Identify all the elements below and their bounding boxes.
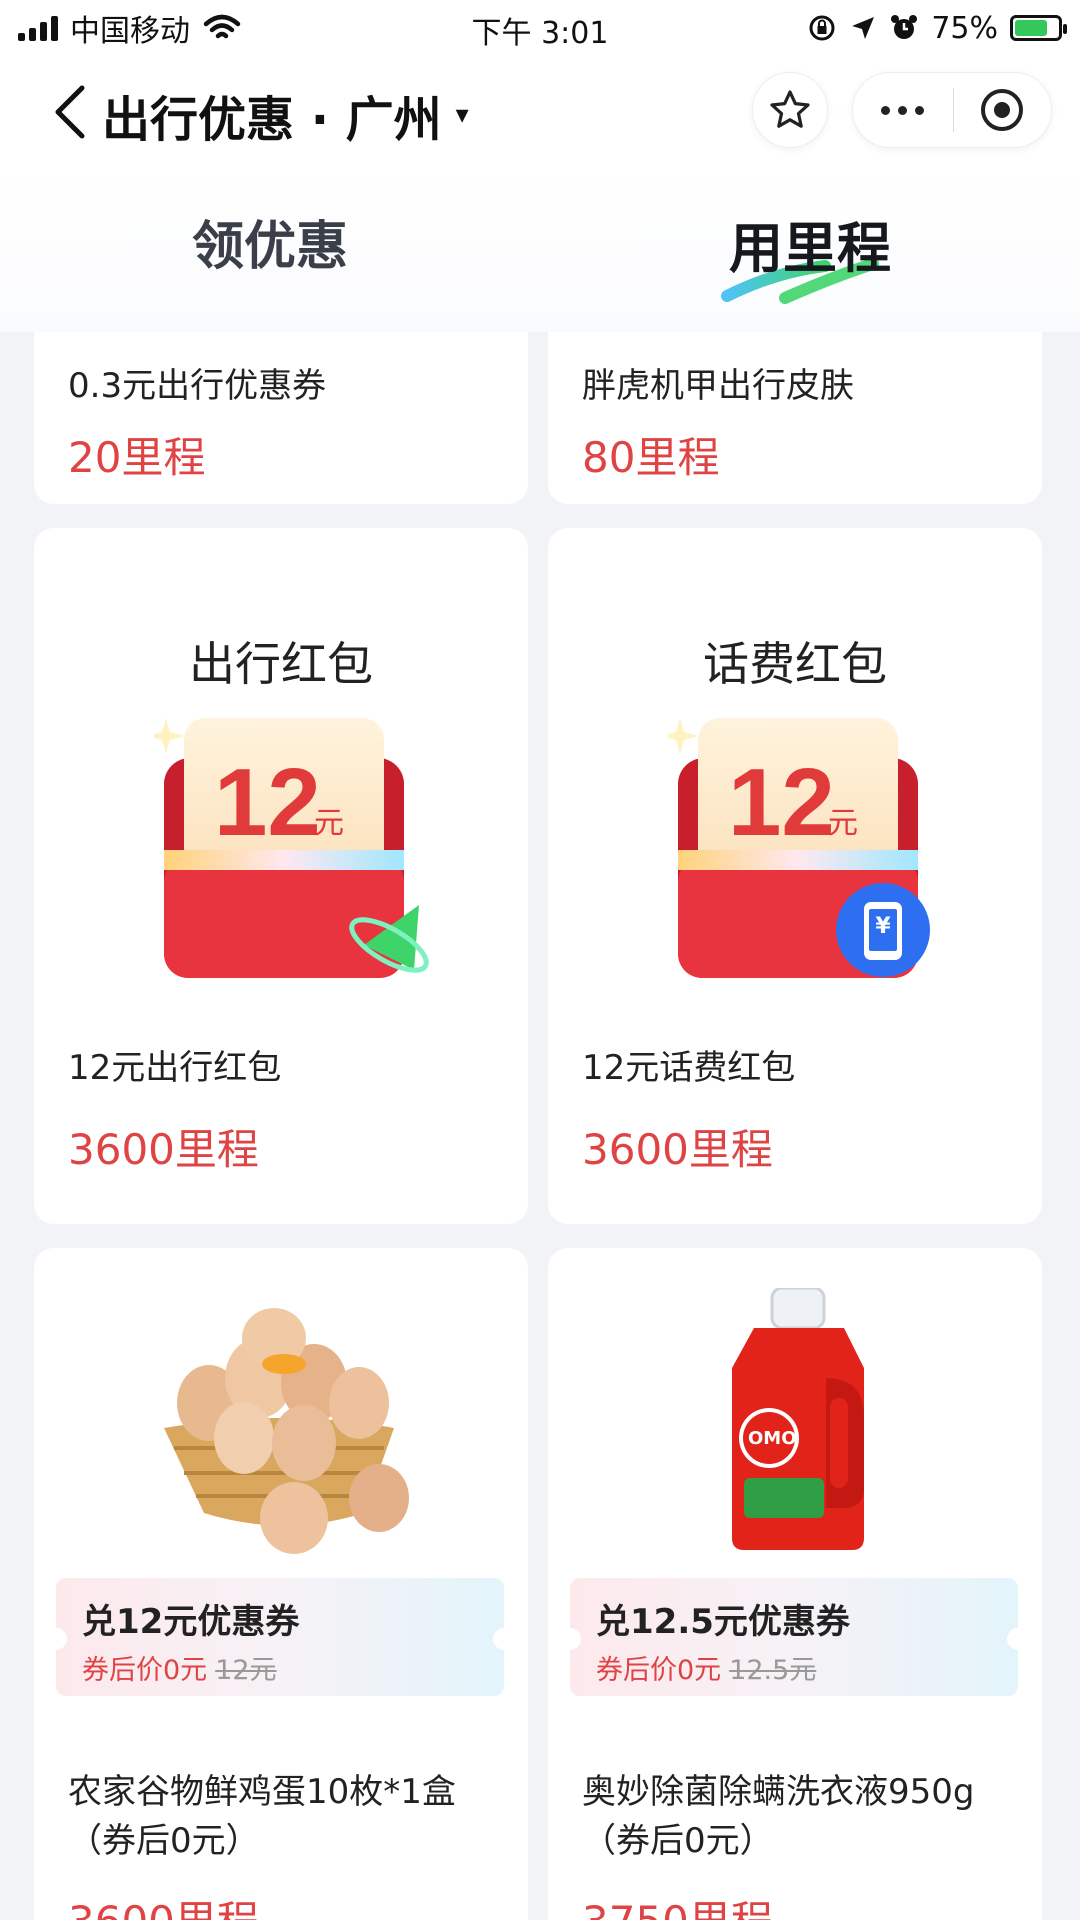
- signal-icon: [18, 15, 58, 41]
- reward-name: 12元出行红包: [68, 1048, 282, 1088]
- reward-price: 3600里程: [68, 1125, 259, 1174]
- reward-price: 3750里程: [582, 1888, 773, 1920]
- packet-amount: 12: [728, 749, 835, 856]
- bottle-brand-label: OMO: [748, 1428, 797, 1449]
- page-title: 出行优惠 · 广州: [102, 92, 442, 148]
- red-packet-illustration: 12 元: [154, 698, 429, 988]
- reward-card[interactable]: 话费红包 ¥ 12 元 12元话费红包 3600里程: [548, 528, 1042, 1224]
- reward-name: 12元话费红包: [582, 1048, 796, 1088]
- yuan-badge: ¥: [875, 914, 891, 939]
- original-price: 12元: [215, 1655, 277, 1686]
- carrier-label: 中国移动: [70, 14, 190, 49]
- tab-get-coupons[interactable]: 领优惠: [0, 168, 540, 332]
- back-icon[interactable]: [50, 82, 90, 142]
- coupon-title: 兑12元优惠券: [82, 1602, 300, 1642]
- coupon-price: 券后价0元: [82, 1655, 208, 1686]
- detergent-bottle-image: [732, 1288, 864, 1550]
- reward-price: 80里程: [582, 433, 720, 482]
- miniprogram-capsule: [852, 72, 1052, 148]
- travel-icon: [349, 905, 429, 973]
- tab-label: 用里程: [729, 217, 891, 280]
- reward-name: 农家谷物鲜鸡蛋10枚*1盒 （券后0元）: [68, 1772, 456, 1862]
- reward-price: 3600里程: [68, 1888, 259, 1920]
- reward-card[interactable]: 出行红包 12 元 12元出行红包 3600里程: [34, 528, 528, 1224]
- reward-name: 奥妙除菌除螨洗衣液950g （券后0元）: [582, 1772, 975, 1862]
- reward-card[interactable]: 胖虎机甲出行皮肤 80里程: [548, 332, 1042, 504]
- packet-unit: 元: [828, 806, 858, 841]
- close-miniprogram-icon[interactable]: [954, 73, 1052, 147]
- location-icon: [852, 17, 875, 39]
- tab-bar: 领优惠 用里程: [0, 168, 1080, 332]
- star-icon: [770, 90, 810, 128]
- red-packet-illustration: ¥ 12 元: [668, 698, 938, 988]
- favorite-button[interactable]: [752, 72, 828, 148]
- packet-title: 出行红包: [189, 637, 373, 691]
- more-icon[interactable]: [853, 73, 953, 147]
- coupon-title: 兑12.5元优惠券: [596, 1602, 850, 1642]
- tab-label: 领优惠: [191, 217, 348, 277]
- tab-use-mileage[interactable]: 用里程: [540, 168, 1080, 332]
- alarm-icon: [891, 15, 918, 39]
- packet-unit: 元: [314, 806, 344, 841]
- original-price: 12.5元: [729, 1655, 817, 1686]
- reward-price: 3600里程: [582, 1125, 773, 1174]
- reward-name: 0.3元出行优惠券: [68, 366, 327, 406]
- rotation-lock-icon: [809, 15, 835, 41]
- reward-card[interactable]: OMO 兑12.5元优惠券 券后价0元 12.5元 奥妙除菌除螨洗衣液950g （…: [548, 1248, 1042, 1920]
- caret-down-icon: ▾: [455, 100, 469, 130]
- coupon-banner: 兑12元优惠券 券后价0元 12元: [45, 1578, 515, 1696]
- status-bar: 中国移动 下午 3:01 75%: [0, 0, 1080, 56]
- reward-price: 20里程: [68, 433, 206, 482]
- reward-card[interactable]: 兑12元优惠券 券后价0元12元 农家谷物鲜鸡蛋10枚*1盒 （券后0元） 36…: [34, 1248, 528, 1920]
- city-selector[interactable]: 出行优惠 · 广州 ▾: [102, 80, 469, 150]
- reward-grid: 0.3元出行优惠券 20里程 胖虎机甲出行皮肤 80里程 出行红包 12 元 1…: [0, 332, 1080, 1920]
- packet-amount: 12: [214, 749, 321, 856]
- battery-percent: 75%: [931, 10, 998, 46]
- battery-icon: [1010, 15, 1067, 41]
- reward-card[interactable]: 0.3元出行优惠券 20里程: [34, 332, 528, 504]
- wifi-icon: [203, 14, 241, 39]
- eggs-basket-image: [164, 1308, 409, 1554]
- nav-header: 出行优惠 · 广州 ▾: [0, 56, 1080, 168]
- coupon-price: 券后价0元: [596, 1655, 722, 1686]
- reward-name: 胖虎机甲出行皮肤: [582, 366, 854, 406]
- packet-title: 话费红包: [703, 637, 887, 691]
- coupon-banner: 兑12.5元优惠券 券后价0元 12.5元: [559, 1578, 1029, 1696]
